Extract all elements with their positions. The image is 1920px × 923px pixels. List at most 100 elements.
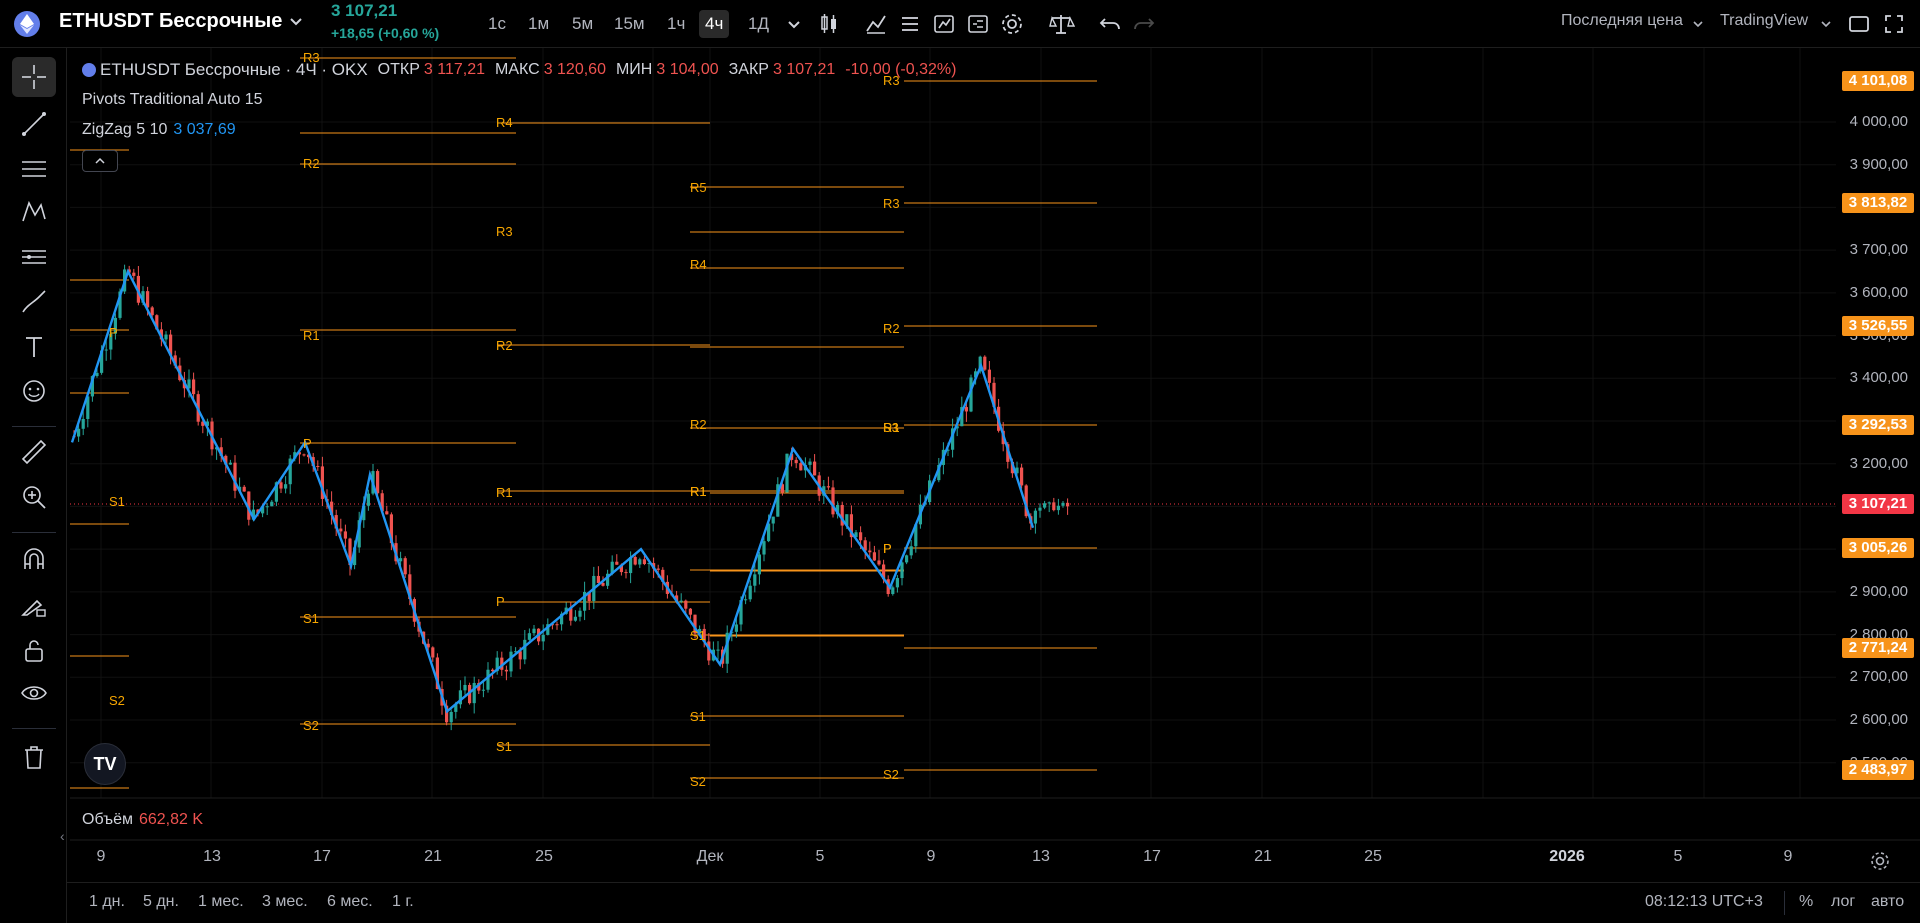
candle: [638, 557, 642, 569]
pivot-label: R3: [496, 224, 513, 239]
candle: [909, 539, 913, 559]
layout-icon[interactable]: [1845, 10, 1873, 38]
price-tag: 3 005,26: [1842, 538, 1914, 558]
high-label: МАКС: [494, 61, 540, 78]
gear-icon[interactable]: [998, 10, 1026, 38]
range-3m[interactable]: 3 мес.: [262, 893, 308, 911]
magnet-icon[interactable]: [12, 540, 56, 580]
candle: [583, 581, 587, 621]
log-toggle[interactable]: лог: [1831, 893, 1855, 911]
chevron-down-icon[interactable]: [1812, 10, 1840, 38]
lock-drawing-icon[interactable]: [12, 585, 56, 625]
zigzag-value: 3 037,69: [173, 121, 236, 138]
undo-icon[interactable]: [1096, 10, 1124, 38]
range-1m[interactable]: 1 мес.: [198, 893, 244, 911]
legend-title[interactable]: ETHUSDT Бессрочные · 4Ч · OKX: [100, 60, 368, 80]
range-1d[interactable]: 1 дн.: [89, 893, 125, 911]
time-axis[interactable]: 9 13 17 21 25 Дек 5 9 13 17 21 25 2026 5 9: [70, 848, 1836, 874]
chevron-down-icon[interactable]: [1684, 10, 1712, 38]
price-chart[interactable]: [0, 0, 1920, 923]
time-axis-label: 17: [313, 848, 331, 865]
crosshair-icon[interactable]: [12, 57, 56, 97]
pivot-label: R1: [883, 420, 900, 435]
unlock-icon[interactable]: [12, 630, 56, 670]
zigzag-indicator[interactable]: ZigZag 5 10 3 037,69: [82, 121, 236, 139]
volume-value: 662,82 K: [138, 811, 204, 828]
time-axis-label: 9: [96, 848, 106, 865]
timeframe-1h[interactable]: 1ч: [661, 10, 691, 38]
fullscreen-icon[interactable]: [1880, 10, 1908, 38]
alert-icon[interactable]: [930, 10, 958, 38]
eye-icon[interactable]: [12, 673, 56, 713]
auto-toggle[interactable]: авто: [1871, 893, 1904, 911]
replay-icon[interactable]: [964, 10, 992, 38]
projection-icon[interactable]: [12, 237, 56, 277]
candle: [877, 549, 881, 566]
trend-line-icon[interactable]: [12, 104, 56, 144]
candle: [463, 676, 467, 695]
indicators-icon[interactable]: [862, 10, 890, 38]
text-icon[interactable]: [12, 327, 56, 367]
timeframe-1d[interactable]: 1Д: [742, 10, 775, 38]
candle: [831, 480, 835, 518]
pivot-label: R1: [496, 485, 513, 500]
chevron-down-icon[interactable]: [780, 10, 808, 38]
candle: [716, 641, 720, 660]
open-value: 3 117,21: [423, 61, 485, 78]
pivot-label: R2: [690, 417, 707, 432]
timeframe-1m[interactable]: 1м: [522, 10, 555, 38]
price-tag: 4 101,08: [1842, 71, 1914, 91]
fib-icon[interactable]: [12, 149, 56, 189]
candle: [573, 610, 577, 622]
brush-icon[interactable]: [12, 282, 56, 322]
pattern-icon[interactable]: [12, 192, 56, 232]
legend-collapse-button[interactable]: [82, 150, 118, 172]
pivot-label: R4: [496, 115, 513, 130]
time-axis-label: 2026: [1549, 848, 1585, 865]
close-value: 3 107,21: [772, 61, 836, 78]
symbol-name[interactable]: ETHUSDT Бессрочные: [59, 10, 282, 33]
candle: [624, 569, 628, 579]
candles-icon[interactable]: [815, 10, 843, 38]
zoom-in-icon[interactable]: [12, 477, 56, 517]
timeframe-15m[interactable]: 15м: [608, 10, 651, 38]
candle: [270, 499, 274, 507]
price-type-select[interactable]: Последняя цена: [1561, 12, 1683, 30]
collapse-arrow-icon[interactable]: ‹: [60, 828, 65, 844]
balance-icon[interactable]: [1047, 10, 1075, 38]
list-icon[interactable]: [896, 10, 924, 38]
pivot-label: P: [109, 325, 118, 340]
price-axis-label: 3 900,00: [1849, 155, 1908, 173]
time-axis-label: 9: [926, 848, 936, 865]
ruler-icon[interactable]: [12, 432, 56, 472]
candle: [615, 554, 619, 565]
timeframe-1s[interactable]: 1с: [482, 10, 512, 38]
candle: [1052, 497, 1056, 512]
chart-type-select[interactable]: TradingView: [1720, 12, 1808, 30]
volume-legend: Объём 662,82 K: [82, 811, 203, 829]
emoji-icon[interactable]: [12, 371, 56, 411]
candle: [343, 524, 347, 548]
timeframe-4h[interactable]: 4ч: [699, 10, 730, 38]
price-axis-label: 3 400,00: [1849, 369, 1908, 387]
clock[interactable]: 08:12:13 UTC+3: [1645, 893, 1763, 911]
price-axis-label: 3 700,00: [1849, 241, 1908, 259]
pivots-indicator[interactable]: Pivots Traditional Auto 15: [82, 91, 263, 109]
price-axis-label: 3 600,00: [1849, 283, 1908, 301]
range-5d[interactable]: 5 дн.: [143, 893, 179, 911]
candle: [895, 575, 899, 593]
settings-icon[interactable]: [1868, 849, 1892, 873]
price-axis-label: 2 600,00: [1849, 711, 1908, 728]
redo-icon[interactable]: [1130, 10, 1158, 38]
time-axis-label: Дек: [696, 848, 724, 865]
candle: [302, 453, 306, 457]
tradingview-logo[interactable]: TV: [84, 743, 126, 785]
pivot-label: R2: [883, 321, 900, 336]
percent-toggle[interactable]: %: [1799, 893, 1813, 911]
timeframe-5m[interactable]: 5м: [566, 10, 599, 38]
toolbar-divider: [12, 426, 56, 427]
trash-icon[interactable]: [12, 737, 56, 777]
range-6m[interactable]: 6 мес.: [327, 893, 373, 911]
chevron-down-icon[interactable]: [286, 12, 306, 32]
range-1y[interactable]: 1 г.: [392, 893, 414, 911]
